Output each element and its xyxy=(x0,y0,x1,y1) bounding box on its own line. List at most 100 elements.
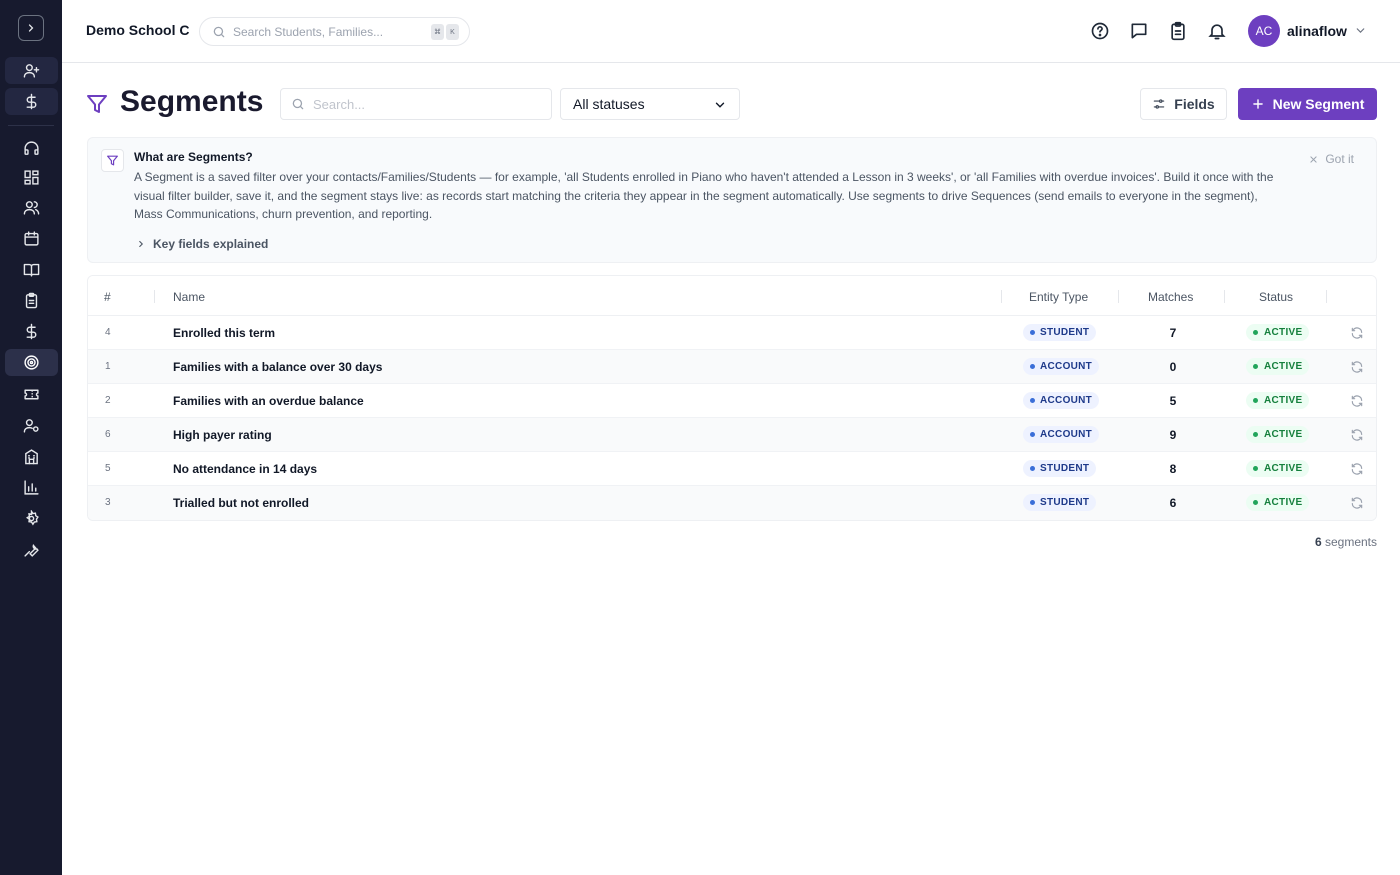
status-filter-value: All statuses xyxy=(573,96,645,112)
dismiss-info-button[interactable]: Got it xyxy=(1309,152,1354,166)
table-row[interactable]: 4 Enrolled this term STUDENT 7 ACTIVE xyxy=(88,316,1376,350)
segment-name[interactable]: Enrolled this term xyxy=(173,326,275,340)
segment-search-field[interactable] xyxy=(280,88,552,120)
help-icon[interactable] xyxy=(1090,21,1110,41)
sidebar-item-tasks[interactable] xyxy=(5,287,58,314)
row-number: 2 xyxy=(105,395,111,406)
status-badge: ACTIVE xyxy=(1246,494,1310,511)
refresh-icon[interactable] xyxy=(1350,462,1364,476)
sidebar-toggle-button[interactable] xyxy=(18,15,44,41)
refresh-icon[interactable] xyxy=(1350,360,1364,374)
ticket-icon xyxy=(24,389,39,400)
status-filter-select[interactable]: All statuses xyxy=(560,88,740,120)
sidebar-item-segments[interactable] xyxy=(5,349,58,376)
avatar[interactable]: AC xyxy=(1248,15,1280,47)
info-title: What are Segments? xyxy=(134,150,253,164)
match-count: 6 xyxy=(1169,496,1177,510)
segment-search-input[interactable] xyxy=(313,96,533,112)
refresh-icon[interactable] xyxy=(1350,496,1364,510)
new-segment-label: New Segment xyxy=(1272,96,1365,112)
dollar-icon xyxy=(26,323,37,340)
headset-icon xyxy=(24,141,39,155)
chevron-right-icon xyxy=(139,240,144,248)
segment-count-value: 6 xyxy=(1314,535,1322,549)
sidebar-item-dashboard[interactable] xyxy=(5,164,58,191)
table-row[interactable]: 5 No attendance in 14 days STUDENT 8 ACT… xyxy=(88,452,1376,486)
sidebar-item-locations[interactable] xyxy=(5,443,58,470)
column-divider xyxy=(1326,290,1327,303)
segment-name[interactable]: Trialled but not enrolled xyxy=(173,496,309,510)
new-segment-button[interactable]: New Segment xyxy=(1238,88,1377,120)
entity-type-badge: ACCOUNT xyxy=(1023,426,1100,443)
segments-table: # Name Entity Type Matches Status 4 Enro… xyxy=(87,275,1377,521)
close-icon xyxy=(1310,155,1317,163)
column-divider xyxy=(1118,290,1119,303)
global-search-placeholder: Search Students, Families... xyxy=(233,24,384,39)
refresh-icon[interactable] xyxy=(1350,428,1364,442)
search-icon xyxy=(292,98,304,110)
global-search-input[interactable]: Search Students, Families... ⌘ K xyxy=(199,17,470,46)
user-name[interactable]: alinaflow xyxy=(1287,23,1347,39)
sidebar-item-people[interactable] xyxy=(5,194,58,221)
sliders-icon xyxy=(1154,99,1165,109)
sidebar-item-calendar[interactable] xyxy=(5,225,58,252)
sidebar-item-tools[interactable] xyxy=(5,536,58,563)
clipboard-icon[interactable] xyxy=(1168,21,1188,41)
segment-name[interactable]: High payer rating xyxy=(173,428,272,442)
clipboard-icon xyxy=(25,292,38,309)
school-name[interactable]: Demo School C xyxy=(86,22,189,38)
sidebar-item-reports[interactable] xyxy=(5,474,58,501)
bell-icon[interactable] xyxy=(1207,21,1227,41)
sidebar-item-billing-quick[interactable] xyxy=(5,88,58,115)
column-header-name[interactable]: Name xyxy=(173,290,205,304)
users-icon xyxy=(23,201,40,215)
row-number: 3 xyxy=(105,497,111,508)
bar-chart-icon xyxy=(24,480,39,495)
column-divider xyxy=(1224,290,1225,303)
chevron-down-icon[interactable] xyxy=(1354,24,1367,37)
sidebar-item-courses[interactable] xyxy=(5,256,58,283)
segment-name[interactable]: Families with an overdue balance xyxy=(173,394,364,408)
user-plus-icon xyxy=(23,64,40,78)
segment-name[interactable]: No attendance in 14 days xyxy=(173,462,317,476)
status-badge: ACTIVE xyxy=(1246,426,1310,443)
column-header-entity[interactable]: Entity Type xyxy=(1029,290,1088,304)
column-header-num[interactable]: # xyxy=(104,290,111,304)
sidebar-item-add-contact[interactable] xyxy=(5,57,58,84)
wrench-icon xyxy=(24,544,39,557)
sidebar-item-support[interactable] xyxy=(5,135,58,162)
column-header-matches[interactable]: Matches xyxy=(1148,290,1193,304)
row-number: 5 xyxy=(105,463,111,474)
sidebar-item-payments[interactable] xyxy=(5,318,58,345)
key-fields-toggle[interactable]: Key fields explained xyxy=(136,237,268,251)
fields-button-label: Fields xyxy=(1174,96,1215,112)
plus-icon xyxy=(1252,99,1263,109)
column-header-status[interactable]: Status xyxy=(1259,290,1293,304)
fields-button[interactable]: Fields xyxy=(1140,88,1227,120)
refresh-icon[interactable] xyxy=(1350,326,1364,340)
table-row[interactable]: 3 Trialled but not enrolled STUDENT 6 AC… xyxy=(88,486,1376,520)
refresh-icon[interactable] xyxy=(1350,394,1364,408)
chevron-right-icon xyxy=(28,24,34,32)
status-badge: ACTIVE xyxy=(1246,460,1310,477)
status-badge: ACTIVE xyxy=(1246,392,1310,409)
building-icon xyxy=(25,449,38,465)
chat-icon[interactable] xyxy=(1129,21,1149,41)
table-header: # Name Entity Type Matches Status xyxy=(88,276,1376,316)
sidebar-item-tickets[interactable] xyxy=(5,381,58,408)
sidebar xyxy=(0,0,62,875)
table-row[interactable]: 2 Families with an overdue balance ACCOU… xyxy=(88,384,1376,418)
table-row[interactable]: 6 High payer rating ACCOUNT 9 ACTIVE xyxy=(88,418,1376,452)
key-fields-label: Key fields explained xyxy=(153,237,269,251)
search-icon xyxy=(213,26,225,37)
match-count: 5 xyxy=(1169,394,1177,408)
row-number: 6 xyxy=(105,429,111,440)
table-row[interactable]: 1 Families with a balance over 30 days A… xyxy=(88,350,1376,384)
match-count: 7 xyxy=(1169,326,1177,340)
sidebar-item-settings[interactable] xyxy=(5,505,58,532)
sidebar-item-staff[interactable] xyxy=(5,412,58,439)
chevron-down-icon xyxy=(715,102,725,108)
dollar-icon xyxy=(26,93,37,110)
segment-name[interactable]: Families with a balance over 30 days xyxy=(173,360,382,374)
column-divider xyxy=(154,290,155,303)
